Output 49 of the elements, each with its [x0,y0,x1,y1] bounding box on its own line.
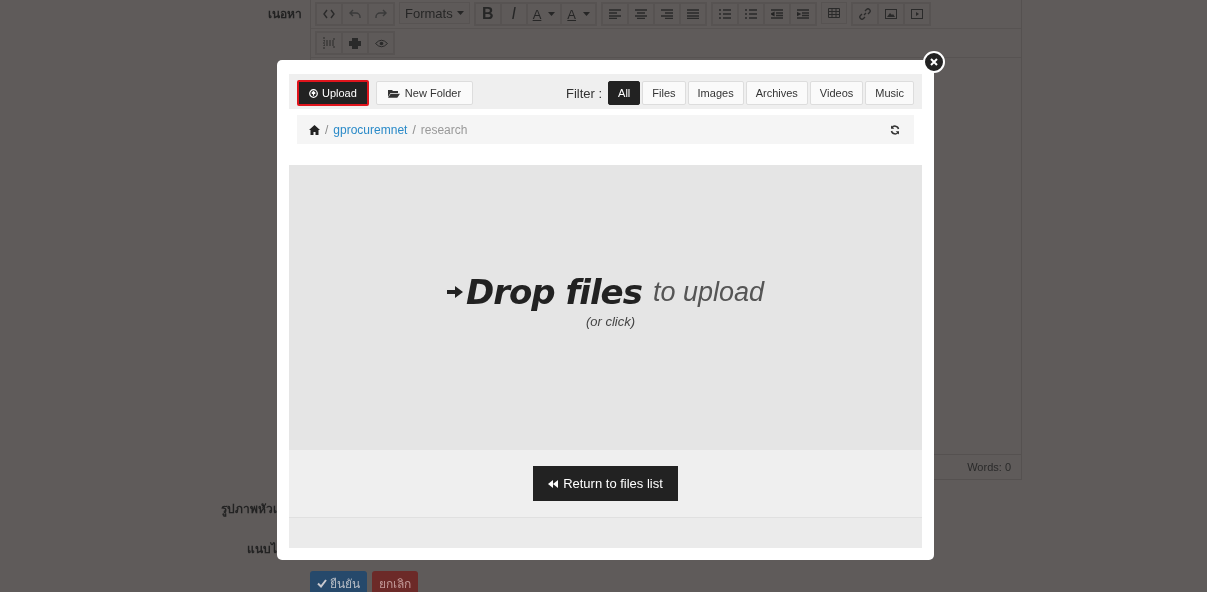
filter-tab[interactable]: Archives [745,81,808,105]
upload-icon [309,88,318,98]
upload-button[interactable]: Upload [297,80,369,106]
drop-hint: (or click) [585,314,636,329]
link-icon[interactable] [852,3,878,25]
arrow-icon [447,286,463,298]
table-icon[interactable] [821,2,847,24]
return-button[interactable]: Return to files list [533,466,678,501]
code-icon[interactable] [316,3,342,25]
field-label: รูปภาพหัวเ [221,500,277,518]
breadcrumb-link[interactable]: gprocuremnet [333,122,408,137]
undo-icon[interactable] [342,3,368,25]
field-label: แนบไ [247,540,277,558]
cancel-button[interactable]: ยกเลิก [372,571,418,592]
drop-zone[interactable]: Drop files to upload (or click) [289,165,922,450]
drop-title: Drop files [466,272,642,312]
image-icon[interactable] [878,3,904,25]
filter-tab[interactable]: All [608,81,641,105]
outdent-icon[interactable] [764,3,790,25]
preview-icon[interactable] [368,32,394,54]
double-arrow-icon [548,479,559,488]
filter-tab[interactable]: Music [865,81,914,105]
filter-tab[interactable]: Files [642,81,686,105]
breadcrumb-current: research [420,122,468,137]
caret-icon [456,11,464,15]
align-icon[interactable] [602,3,628,25]
new-folder-button[interactable]: New Folder [375,81,474,105]
drop-subtitle: to upload [652,276,764,308]
caret-icon [583,12,590,16]
caret-icon [548,12,556,16]
folder-icon [387,88,400,98]
filter-tab[interactable]: Videos [809,81,864,105]
indent-icon[interactable] [790,3,816,25]
confirm-button[interactable]: ยืนยัน [310,571,367,592]
align-icon[interactable] [628,3,654,25]
align-icon[interactable] [654,3,680,25]
breadcrumb-separator: / [412,122,416,137]
media-icon[interactable] [904,3,930,25]
filter-label: Filter : [565,85,603,101]
home-icon[interactable] [309,124,320,135]
numbered-list-icon[interactable] [738,3,764,25]
breadcrumb-separator: / [325,122,329,137]
redo-icon[interactable] [368,3,394,25]
refresh-icon[interactable] [890,124,900,135]
field-label: เนอหา [268,6,302,23]
filter-tab[interactable]: Images [687,81,744,105]
align-icon[interactable] [680,3,706,25]
bullet-list-icon[interactable] [712,3,738,25]
check-icon [317,578,327,588]
